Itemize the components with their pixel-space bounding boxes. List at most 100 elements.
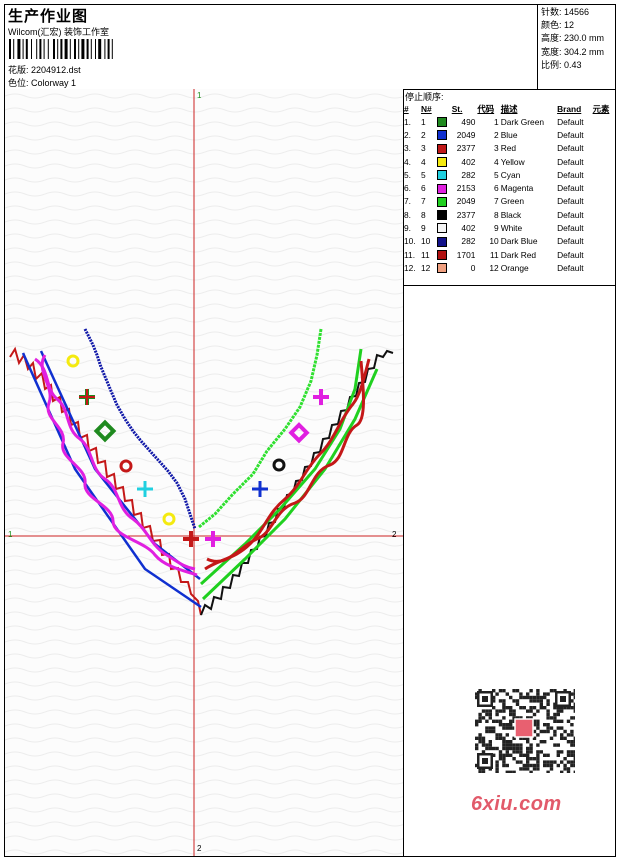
stop-swatch xyxy=(436,155,451,168)
panel-divider xyxy=(403,285,615,286)
stop-description: Blue xyxy=(500,129,518,140)
stop-swatch xyxy=(436,208,451,221)
stop-stitches: 2153 xyxy=(456,183,476,194)
stat-width: 宽度: 304.2 mm xyxy=(541,46,605,57)
stop-element xyxy=(592,221,615,234)
stop-index: 9. xyxy=(404,223,411,234)
stop-code: 4 xyxy=(494,156,499,167)
stop-code: 6 xyxy=(494,183,499,194)
stop-brand: Default xyxy=(557,196,584,207)
design-stats: 针数: 14566 颜色: 12 高度: 230.0 mm 宽度: 304.2 … xyxy=(541,6,604,72)
stop-description: Red xyxy=(500,143,517,154)
stop-code: 1 xyxy=(494,116,499,127)
stat-scale: 比例: 0.43 xyxy=(541,59,582,70)
stop-stitches: 282 xyxy=(461,236,476,247)
stop-element xyxy=(592,181,615,194)
stop-code: 8 xyxy=(494,209,499,220)
stop-stitches: 2049 xyxy=(456,129,476,140)
stop-row: 2. 2 2049 2 Blue Default xyxy=(403,128,615,141)
stop-stitches: 0 xyxy=(470,262,476,273)
stop-needle: 7 xyxy=(420,196,426,207)
stop-element xyxy=(592,235,615,248)
stop-index: 5. xyxy=(404,169,411,180)
stop-stitches: 402 xyxy=(461,156,476,167)
color-swatch xyxy=(436,143,447,154)
stop-needle: 12 xyxy=(420,262,431,273)
stop-element xyxy=(592,261,615,274)
stop-needle: 8 xyxy=(420,209,426,220)
stop-row: 5. 5 282 5 Cyan Default xyxy=(403,168,615,181)
stop-element xyxy=(592,142,615,155)
stop-row: 8. 8 2377 8 Black Default xyxy=(403,208,615,221)
stop-brand: Default xyxy=(557,249,584,260)
stop-index: 6. xyxy=(404,183,411,194)
axis-label-left: 1 xyxy=(8,530,13,539)
stop-index: 12. xyxy=(404,262,416,273)
stop-stitches: 2377 xyxy=(456,209,476,220)
stop-swatch xyxy=(436,221,451,234)
stat-colors: 颜色: 12 xyxy=(541,20,575,31)
color-swatch xyxy=(436,263,447,274)
stop-stitches: 282 xyxy=(461,169,476,180)
colorway-label: 色位: xyxy=(8,78,29,88)
stop-needle: 11 xyxy=(420,249,430,260)
color-swatch xyxy=(436,210,447,221)
col-element: 元素 xyxy=(592,104,610,114)
header: 生产作业图 Wilcom(汇宏) 装饰工作室 花版: 2204912.dst 色… xyxy=(5,5,615,90)
stop-row: 4. 4 402 4 Yellow Default xyxy=(403,155,615,168)
file-line: 花版: 2204912.dst xyxy=(8,63,81,76)
stop-description: Green xyxy=(500,196,524,207)
stop-code: 11 xyxy=(490,249,499,260)
stop-element xyxy=(592,248,615,261)
color-swatch xyxy=(436,236,447,247)
stop-code: 7 xyxy=(494,196,499,207)
colorway-line: 色位: Colorway 1 xyxy=(8,76,76,89)
stop-index: 3. xyxy=(404,143,411,154)
stop-element xyxy=(592,128,615,141)
color-swatch xyxy=(436,196,447,207)
stop-stitches: 2377 xyxy=(456,143,476,154)
stop-sequence-table: # N# St. 代码 描述 Brand 元素 1. 1 490 1 Dark Gree… xyxy=(403,103,615,275)
stop-swatch xyxy=(436,181,451,194)
color-swatch xyxy=(436,223,447,234)
stop-brand: Default xyxy=(557,156,584,167)
stop-description: Yellow xyxy=(500,156,525,167)
stop-stitches: 2049 xyxy=(456,196,476,207)
col-code: 代码 xyxy=(477,104,495,114)
stop-stitches: 402 xyxy=(461,223,476,234)
stop-brand: Default xyxy=(557,116,584,127)
stop-element xyxy=(592,115,615,128)
stop-brand: Default xyxy=(557,129,584,140)
qr-code xyxy=(471,687,575,773)
stop-needle: 4 xyxy=(420,156,426,167)
col-index: # xyxy=(404,104,409,114)
stop-index: 7. xyxy=(404,196,411,207)
stop-brand: Default xyxy=(557,236,584,247)
stop-code: 2 xyxy=(494,129,499,140)
production-worksheet: 生产作业图 Wilcom(汇宏) 装饰工作室 花版: 2204912.dst 色… xyxy=(4,4,616,857)
stop-swatch xyxy=(436,235,451,248)
stop-description: Dark Blue xyxy=(500,236,538,247)
stop-swatch xyxy=(436,168,451,181)
stop-row: 9. 9 402 9 White Default xyxy=(403,221,615,234)
col-needle: N# xyxy=(420,104,432,114)
stop-needle: 9 xyxy=(420,223,426,234)
stop-code: 5 xyxy=(494,169,499,180)
stop-description: White xyxy=(500,223,523,234)
stop-index: 8. xyxy=(404,209,411,220)
stop-element xyxy=(592,195,615,208)
stop-swatch xyxy=(436,195,451,208)
stop-brand: Default xyxy=(557,183,584,194)
stop-element xyxy=(592,168,615,181)
stop-row: 10. 10 282 10 Dark Blue Default xyxy=(403,235,615,248)
color-swatch xyxy=(436,130,447,141)
stop-description: Magenta xyxy=(500,183,534,194)
stat-height: 高度: 230.0 mm xyxy=(541,33,605,44)
stop-brand: Default xyxy=(557,169,584,180)
stop-description: Black xyxy=(500,209,522,220)
barcode xyxy=(9,39,113,59)
stop-swatch xyxy=(436,142,451,155)
stop-brand: Default xyxy=(557,143,584,154)
stop-index: 11. xyxy=(404,249,416,260)
stop-index: 1. xyxy=(404,116,411,127)
